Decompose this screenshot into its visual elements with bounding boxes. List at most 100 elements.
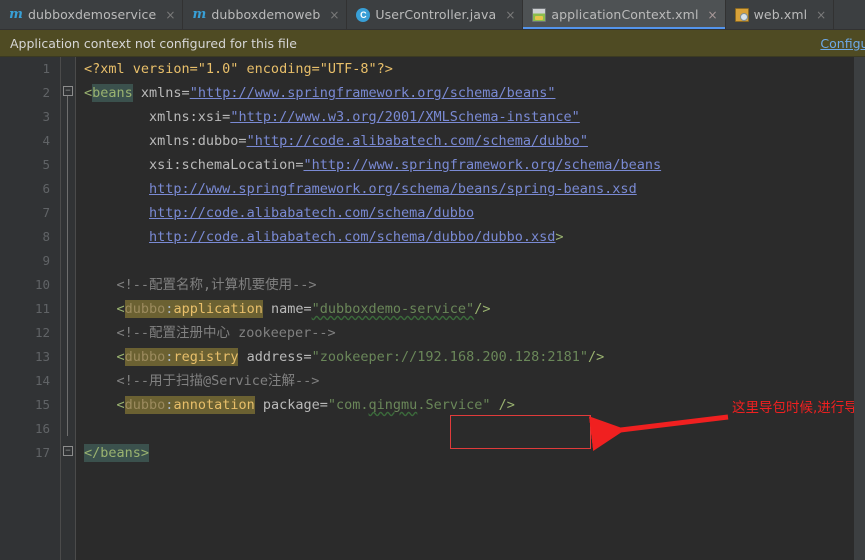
open-bracket: < <box>84 85 93 101</box>
line-number: 1 <box>42 61 50 76</box>
line-number: 8 <box>42 229 50 244</box>
code-line-12: <!--配置注册中心 zookeeper--> <box>76 321 865 345</box>
code-folding-gutter[interactable]: − − <box>61 57 76 560</box>
maven-module-icon: m <box>192 6 207 22</box>
tab-usercontroller-java[interactable]: C UserController.java × <box>347 0 524 29</box>
beans-tag-name: beans <box>92 84 133 102</box>
annotation-note: 这里导包时候,进行导错了。 <box>732 400 865 416</box>
ide-window: m dubboxdemoservice × m dubboxdemoweb × … <box>0 0 865 560</box>
attr-value-error-segment: qingmu <box>368 397 418 413</box>
notification-bar: Application context not configured for t… <box>0 30 865 57</box>
code-line-2: <beans xmlns="http://www.springframework… <box>76 81 865 105</box>
line-number: 3 <box>42 109 50 124</box>
code-line-13: <dubbo:registry address="zookeeper://192… <box>76 345 865 369</box>
line-number: 13 <box>34 349 50 364</box>
fold-marker-end[interactable]: − <box>63 446 73 456</box>
tab-dubboxdemoservice[interactable]: m dubboxdemoservice × <box>0 0 184 29</box>
line-number: 15 <box>34 397 50 412</box>
tag-local-name: application <box>173 301 263 317</box>
close-icon[interactable]: × <box>165 9 175 21</box>
code-line-11: <dubbo:application name="dubboxdemo-serv… <box>76 297 865 321</box>
xml-file-icon <box>734 7 749 22</box>
tab-label: dubboxdemoweb <box>211 7 321 22</box>
line-number: 11 <box>34 301 50 316</box>
line-number: 5 <box>42 157 50 172</box>
attr-name: xmlns:xsi= <box>149 109 231 125</box>
xml-comment: <!--配置名称,计算机要使用--> <box>116 277 317 293</box>
code-editor[interactable]: 1 2 3 4 5 6 7 8 9 10 11 12 13 14 15 16 1… <box>0 57 865 560</box>
beans-close-tag: </beans> <box>84 444 150 462</box>
tag-namespace: dubbo <box>124 349 166 365</box>
attr-value: "dubboxdemo-service" <box>311 301 475 317</box>
code-line-5: xsi:schemaLocation="http://www.springfra… <box>76 153 865 177</box>
code-line-8: http://code.alibabatech.com/schema/dubbo… <box>76 225 865 249</box>
close-icon[interactable]: × <box>816 9 826 21</box>
close-icon[interactable]: × <box>505 9 515 21</box>
close-icon[interactable]: × <box>708 9 718 21</box>
line-number: 12 <box>34 325 50 340</box>
tag-namespace: dubbo <box>124 397 166 413</box>
close-icon[interactable]: × <box>329 9 339 21</box>
attr-value-url[interactable]: http://www.springframework.org/schema/be… <box>149 181 637 197</box>
dubbo-registry-tag: dubbo:registry <box>124 348 239 366</box>
line-number: 17 <box>34 445 50 460</box>
self-close-bracket: /> <box>474 301 491 317</box>
attr-value-suffix: .Service" <box>417 397 491 413</box>
open-bracket: < <box>116 301 125 317</box>
attr-value-url[interactable]: "http://www.springframework.org/schema/b… <box>190 85 556 101</box>
open-bracket: < <box>116 349 125 365</box>
tab-dubboxdemoweb[interactable]: m dubboxdemoweb × <box>183 0 348 29</box>
attr-value-url[interactable]: "http://www.w3.org/2001/XMLSchema-instan… <box>230 109 580 125</box>
xml-comment: <!--用于扫描@Service注解--> <box>116 373 320 389</box>
tab-label: applicationContext.xml <box>551 7 699 22</box>
self-close-bracket: /> <box>587 349 605 365</box>
editor-tab-bar: m dubboxdemoservice × m dubboxdemoweb × … <box>0 0 865 30</box>
code-line-4: xmlns:dubbo="http://code.alibabatech.com… <box>76 129 865 153</box>
code-line-17: </beans> <box>76 441 865 465</box>
dubbo-application-tag: dubbo:application <box>124 300 263 318</box>
tab-label: web.xml <box>753 7 808 22</box>
tag-namespace: dubbo <box>124 301 166 317</box>
line-number: 14 <box>34 373 50 388</box>
code-line-1: <?xml version="1.0" encoding="UTF-8"?> <box>76 57 865 81</box>
tab-label: dubboxdemoservice <box>28 7 157 22</box>
open-bracket: < <box>116 397 125 413</box>
code-line-3: xmlns:xsi="http://www.w3.org/2001/XMLSch… <box>76 105 865 129</box>
line-number: 6 <box>42 181 50 196</box>
self-close-bracket: /> <box>498 397 515 413</box>
tab-applicationcontext-xml[interactable]: applicationContext.xml × <box>523 0 726 29</box>
xml-comment: <!--配置注册中心 zookeeper--> <box>116 325 336 341</box>
xml-declaration: <?xml version="1.0" encoding="UTF-8"?> <box>84 61 393 77</box>
tab-label: UserController.java <box>375 7 497 22</box>
notification-message: Application context not configured for t… <box>10 35 297 51</box>
attr-value-url[interactable]: "http://code.alibabatech.com/schema/dubb… <box>247 133 588 149</box>
attr-value-url[interactable]: http://code.alibabatech.com/schema/dubbo… <box>149 229 555 245</box>
close-bracket: > <box>555 229 564 245</box>
fold-region-line <box>67 96 68 436</box>
code-line-6: http://www.springframework.org/schema/be… <box>76 177 865 201</box>
attr-name: xmlns= <box>140 85 190 101</box>
configure-link[interactable]: Configure <box>820 36 865 51</box>
attr-name: xmlns:dubbo= <box>149 133 247 149</box>
code-line-14: <!--用于扫描@Service注解--> <box>76 369 865 393</box>
tag-local-name: registry <box>173 349 239 365</box>
tab-web-xml[interactable]: web.xml × <box>726 0 835 29</box>
line-number-gutter: 1 2 3 4 5 6 7 8 9 10 11 12 13 14 15 16 1… <box>0 57 61 560</box>
dubbo-annotation-tag: dubbo:annotation <box>124 396 255 414</box>
code-line-10: <!--配置名称,计算机要使用--> <box>76 273 865 297</box>
attr-value: "zookeeper://192.168.200.128:2181" <box>311 349 588 365</box>
attr-value-prefix: "com. <box>327 397 369 413</box>
code-line-7: http://code.alibabatech.com/schema/dubbo <box>76 201 865 225</box>
fold-marker-expanded[interactable]: − <box>63 86 73 96</box>
vertical-scrollbar[interactable] <box>854 57 865 560</box>
attr-value-url[interactable]: http://code.alibabatech.com/schema/dubbo <box>149 205 474 221</box>
code-content-area[interactable]: <?xml version="1.0" encoding="UTF-8"?> <… <box>76 57 865 560</box>
attr-name: name= <box>270 301 312 317</box>
attr-value-url[interactable]: "http://www.springframework.org/schema/b… <box>303 157 661 173</box>
tag-local-name: annotation <box>173 397 255 413</box>
line-number: 2 <box>42 85 50 100</box>
maven-module-icon: m <box>9 6 23 22</box>
line-number: 4 <box>42 133 50 148</box>
